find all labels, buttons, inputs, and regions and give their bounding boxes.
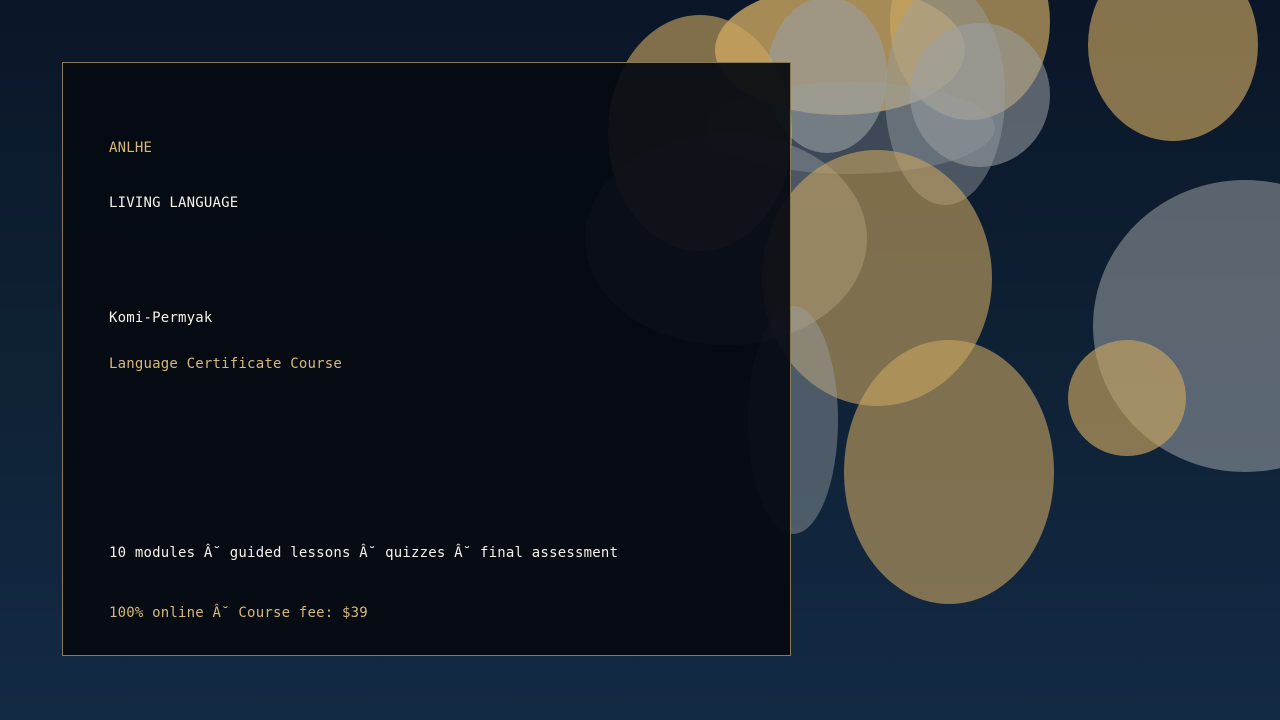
course-title: Language Certificate Course: [109, 356, 342, 372]
course-features: 10 modules Â˘ guided lessons Â˘ quizzes …: [109, 545, 619, 561]
bokeh-circle: [1068, 340, 1186, 456]
course-pricing: 100% online Â˘ Course fee: $39: [109, 605, 368, 621]
bokeh-circle: [1088, 0, 1258, 141]
category-label: LIVING LANGUAGE: [109, 195, 239, 211]
language-name: Komi-Permyak: [109, 310, 213, 326]
brand-label: ANLHE: [109, 140, 153, 156]
course-card: ANLHE LIVING LANGUAGE Komi-Permyak Langu…: [62, 62, 791, 656]
bokeh-circle: [844, 340, 1054, 604]
